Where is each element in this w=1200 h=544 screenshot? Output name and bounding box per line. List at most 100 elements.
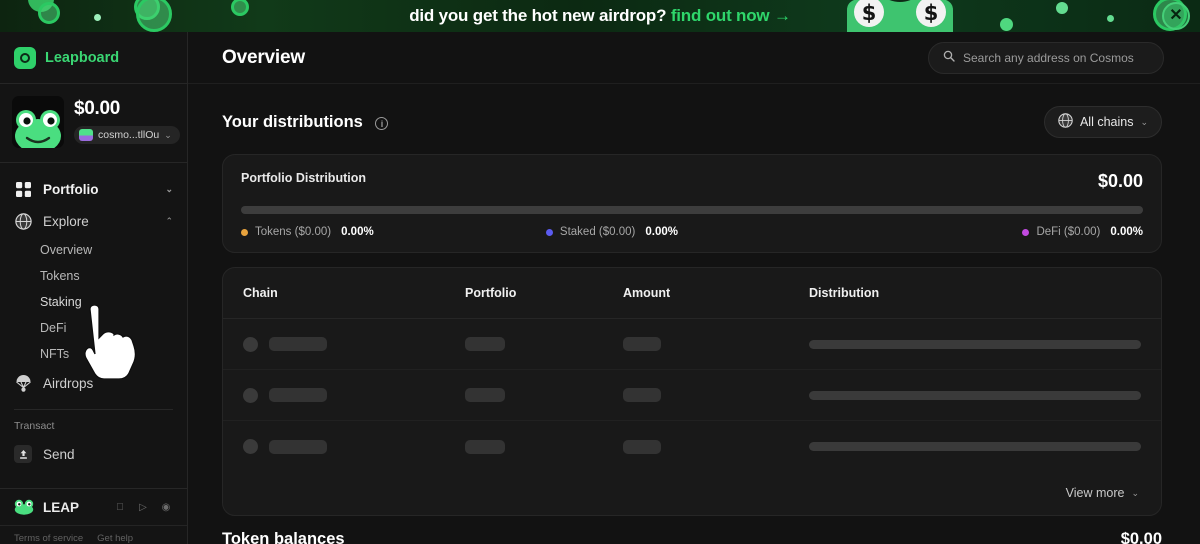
banner-bubble [1107,15,1114,22]
terms-of-service-link[interactable]: Terms of service [14,533,83,544]
legend-color-dot [545,228,553,236]
banner-bubble [38,2,60,24]
all-chains-label: All chains [1079,115,1134,129]
banner-close-icon[interactable]: ✕ [1162,2,1190,30]
legend-label: Staked ($0.00) [559,226,636,238]
section-header: Your distributions i All chains ⌄ [222,106,1162,138]
leap-wallet-label: LEAP [43,499,80,515]
legend-color-dot [1022,228,1030,236]
account-balance: $0.00 [74,98,121,119]
distribution-progress-bar [241,206,1143,214]
chevron-down-icon: ⌄ [1131,487,1139,498]
table-row[interactable] [223,370,1161,421]
cell-distribution [809,390,1141,400]
account-summary: $0.00 cosmo...tllOu ⌄ [0,84,187,163]
cell-chain [243,439,465,454]
apple-icon[interactable]:  [113,500,127,514]
sidebar-item-defi[interactable]: DeFi [0,315,187,341]
banner-bubble [136,0,172,32]
sidebar-item-portfolio-label: Portfolio [43,181,99,197]
view-more-button[interactable]: View more ⌄ [223,472,1161,515]
table-row[interactable] [223,319,1161,370]
sidebar-item-send-label: Send [43,446,75,462]
banner-bubble [1056,2,1068,14]
distribution-skeleton [809,442,1141,451]
sidebar-item-airdrops[interactable]: Airdrops [0,367,187,399]
portfolio-skeleton [465,337,505,351]
sidebar-item-nfts[interactable]: NFTs [0,341,187,367]
chain-name-skeleton [269,388,327,402]
promo-banner[interactable]: did you get the hot new airdrop? find ou… [0,0,1200,32]
cell-distribution [809,442,1141,451]
token-balances-section-header: Token balances $0.00 [222,516,1162,544]
column-header-portfolio: Portfolio [465,286,517,300]
distribution-skeleton [809,390,1141,400]
svg-text:$: $ [924,1,939,25]
column-header-chain: Chain [243,286,278,300]
legend-item-defi: DeFi ($0.00) 0.00% [1022,226,1143,238]
table-row[interactable] [223,421,1161,472]
sidebar-section-transact: Transact [14,420,55,432]
browser-extension-icon[interactable]: ◉ [159,500,173,514]
amount-skeleton [623,439,661,454]
globe-icon [1058,113,1073,131]
sidebar-item-overview[interactable]: Overview [0,237,187,263]
main-area: Overview Your distributions i [188,32,1200,544]
chevron-down-icon: ⌄ [164,129,172,140]
banner-cta-link[interactable]: find out now → [671,6,791,25]
token-balances-amount: $0.00 [1120,530,1162,544]
sidebar-item-portfolio[interactable]: Portfolio ⌄ [0,173,187,205]
banner-bubble [94,14,101,21]
sidebar-item-tokens[interactable]: Tokens [0,263,187,289]
frog-avatar-icon [15,110,61,148]
sidebar-item-explore-label: Explore [43,213,89,229]
play-store-icon[interactable]: ▷ [136,500,150,514]
sidebar-item-send[interactable]: Send [0,438,187,470]
sidebar-footer: Terms of service Get help [0,525,187,544]
chain-logo-skeleton [243,336,258,352]
svg-text:$: $ [862,1,877,25]
banner-message-text: did you get the hot new airdrop? [409,6,667,25]
chevron-up-icon: ⌃ [165,215,173,226]
search-input[interactable] [963,50,1149,65]
leap-wallet-row[interactable]: LEAP  ▷ ◉ [0,488,187,525]
leapboard-app: did you get the hot new airdrop? find ou… [0,0,1200,544]
app-shell: Leapboard $0.00 cosmo...tllOu ⌄ Portfoli… [0,32,1200,544]
avatar[interactable] [12,96,64,148]
money-frog-icon: $ $ [847,0,953,32]
cell-amount [623,337,809,351]
legend-item-tokens: Tokens ($0.00) 0.00% [241,226,374,238]
sidebar-item-staking[interactable]: Staking [0,289,187,315]
get-help-link[interactable]: Get help [97,533,133,544]
content-area: Your distributions i All chains ⌄ Portfo… [188,84,1200,544]
wallet-address-chip[interactable]: cosmo...tllOu ⌄ [74,126,180,144]
send-upload-icon [14,445,32,463]
portfolio-card-title: Portfolio Distribution [241,171,366,185]
all-chains-filter-button[interactable]: All chains ⌄ [1043,106,1162,138]
brand-header[interactable]: Leapboard [0,32,187,84]
parachute-icon [14,374,32,392]
cell-portfolio [465,388,623,402]
sidebar-divider [14,409,173,410]
sidebar-nav: Portfolio ⌄ Explore ⌃ Overview Tokens St… [0,163,187,488]
distribution-legend: Tokens ($0.00) 0.00% Staked ($0.00) 0.00… [241,226,1143,238]
info-icon[interactable]: i [375,117,389,130]
account-details: $0.00 cosmo...tllOu ⌄ [74,96,180,146]
banner-bubble [231,0,249,16]
top-bar: Overview [188,32,1200,84]
leap-frog-logo-icon [14,499,34,515]
legend-value: 0.00% [645,226,678,238]
chain-name-skeleton [269,439,327,454]
section-title: Your distributions [222,112,363,131]
search-icon [943,49,955,67]
wallet-address-label: cosmo...tllOu [98,129,160,141]
banner-bubble [1000,18,1013,31]
search-bar[interactable] [928,41,1164,74]
grid-icon [14,180,32,198]
cell-chain [243,387,465,403]
page-title: Overview [222,46,305,68]
legend-value: 0.00% [341,226,374,238]
sidebar-item-explore[interactable]: Explore ⌃ [0,205,187,237]
legend-value: 0.00% [1110,226,1143,238]
chevron-down-icon: ⌄ [165,183,173,194]
